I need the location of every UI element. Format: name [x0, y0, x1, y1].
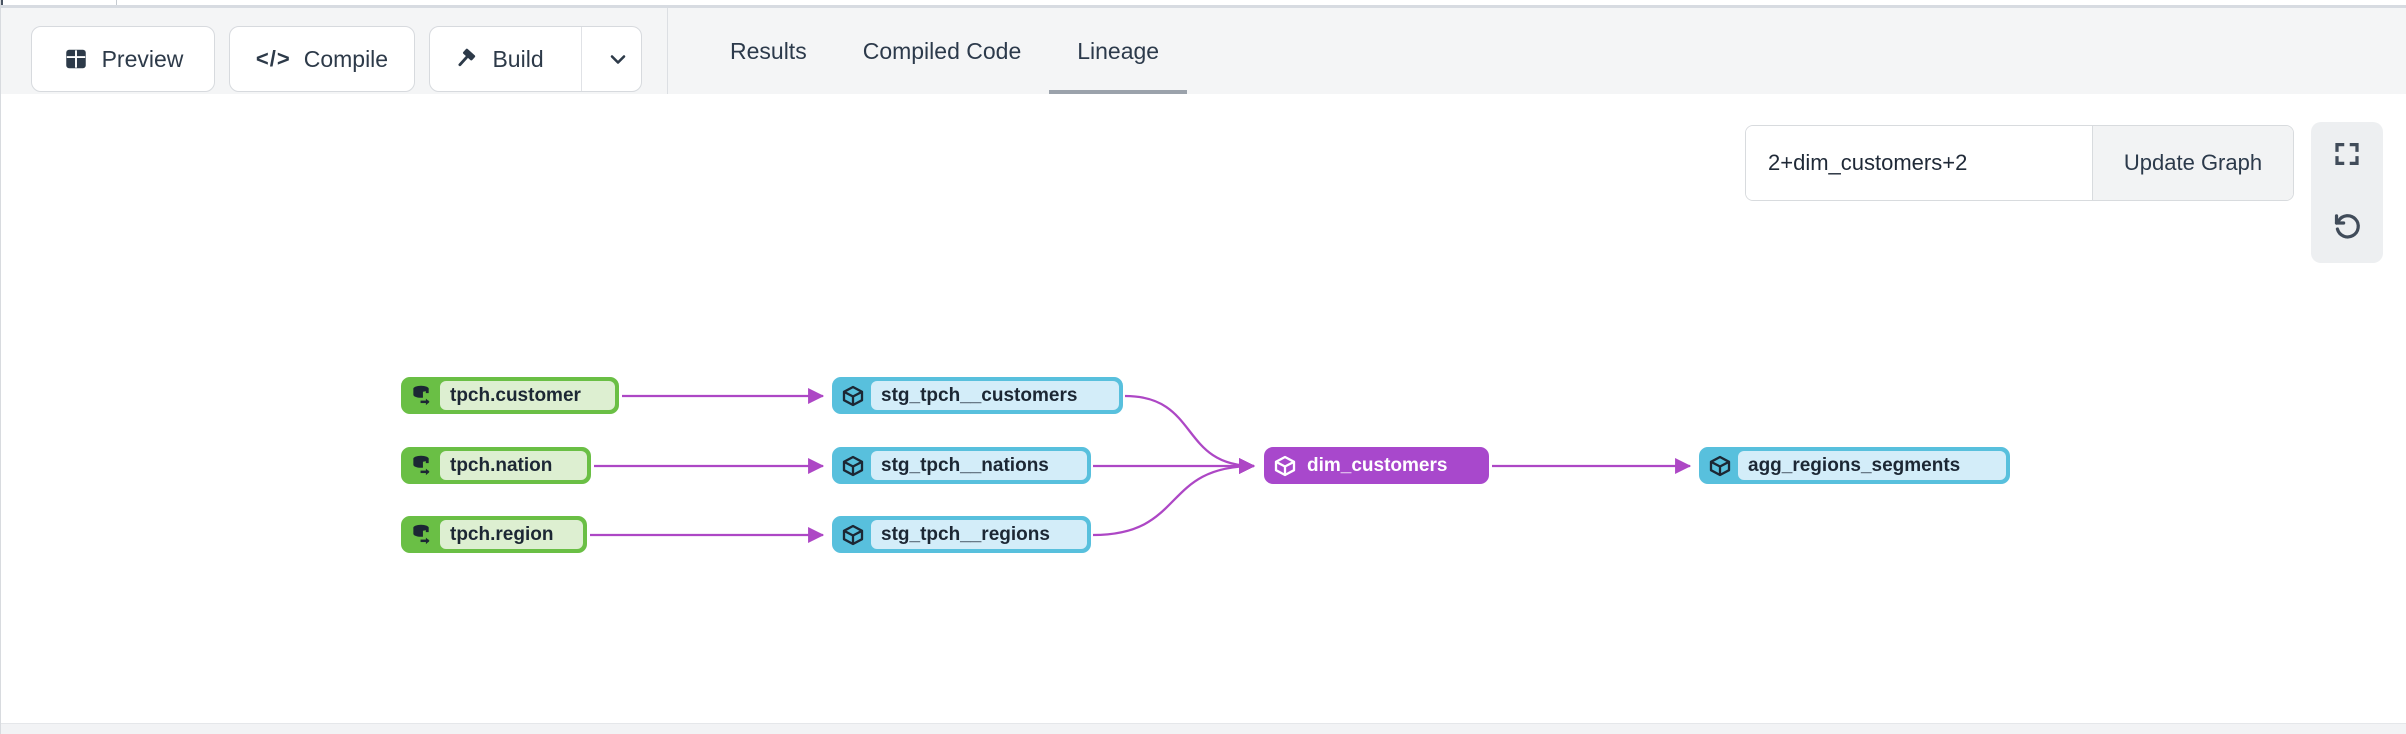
chevron-down-icon [606, 47, 630, 71]
code-icon: </> [256, 46, 291, 72]
preview-button[interactable]: Preview [31, 26, 215, 92]
cube-icon [1266, 454, 1303, 478]
node-label: agg_regions_segments [1738, 451, 2006, 480]
node-label: tpch.nation [440, 451, 587, 480]
lineage-node-stg-tpch-regions[interactable]: stg_tpch__regions [832, 516, 1091, 553]
lineage-node-agg-regions-segments[interactable]: agg_regions_segments [1699, 447, 2010, 484]
reset-view-button[interactable] [2331, 211, 2363, 243]
build-button-label: Build [492, 46, 543, 73]
node-label: stg_tpch__customers [871, 381, 1119, 410]
hammer-icon [454, 47, 479, 72]
tab-results[interactable]: Results [702, 8, 835, 94]
tab-lineage-label: Lineage [1077, 38, 1159, 65]
lineage-edge-stg-tpch-regions--dim-customers [1093, 466, 1254, 535]
compile-button[interactable]: </> Compile [229, 26, 415, 92]
rotate-ccw-icon [2332, 212, 2363, 243]
lineage-selector-group: Update Graph [1745, 125, 2294, 201]
node-label: tpch.region [440, 520, 583, 549]
lineage-node-tpch-customer[interactable]: tpch.customer [401, 377, 619, 414]
node-label: dim_customers [1303, 451, 1485, 480]
build-options-button[interactable] [595, 27, 641, 91]
tab-results-label: Results [730, 38, 807, 65]
lineage-node-tpch-region[interactable]: tpch.region [401, 516, 587, 553]
build-split-button: Build [429, 26, 642, 92]
fullscreen-icon [2332, 139, 2362, 169]
lineage-node-stg-tpch-customers[interactable]: stg_tpch__customers [832, 377, 1123, 414]
lineage-view-panel [2311, 122, 2383, 263]
database-export-icon [403, 384, 440, 407]
table-icon [63, 46, 89, 72]
toolbar-divider [667, 8, 668, 94]
lineage-selector-input[interactable] [1746, 126, 2092, 200]
node-label: stg_tpch__regions [871, 520, 1087, 549]
lineage-node-tpch-nation[interactable]: tpch.nation [401, 447, 591, 484]
cube-icon [834, 523, 871, 547]
lineage-edges [1, 0, 2406, 734]
compile-button-label: Compile [304, 46, 388, 73]
lineage-node-dim-customers[interactable]: dim_customers [1264, 447, 1489, 484]
tab-lineage[interactable]: Lineage [1049, 8, 1187, 94]
node-label: tpch.customer [440, 381, 615, 410]
build-button[interactable]: Build [430, 27, 568, 91]
status-bar-strip [1, 723, 2406, 734]
lineage-canvas[interactable]: tpch.customer tpch.nation tpch.region stg_t… [1, 0, 2406, 734]
cube-icon [1701, 454, 1738, 478]
preview-button-label: Preview [102, 46, 184, 73]
tab-compiled-code-label: Compiled Code [863, 38, 1022, 65]
node-label: stg_tpch__nations [871, 451, 1087, 480]
result-tabs: Results Compiled Code Lineage [702, 8, 1187, 94]
fullscreen-button[interactable] [2331, 138, 2363, 170]
results-toolbar: Preview </> Compile Build Results Compil… [1, 8, 2406, 94]
tab-compiled-code[interactable]: Compiled Code [835, 8, 1050, 94]
cube-icon [834, 454, 871, 478]
database-export-icon [403, 454, 440, 477]
cube-icon [834, 384, 871, 408]
lineage-node-stg-tpch-nations[interactable]: stg_tpch__nations [832, 447, 1091, 484]
lineage-edge-stg-tpch-customers--dim-customers [1125, 396, 1254, 466]
update-graph-button[interactable]: Update Graph [2092, 126, 2293, 200]
database-export-icon [403, 523, 440, 546]
build-button-divider [581, 27, 582, 91]
